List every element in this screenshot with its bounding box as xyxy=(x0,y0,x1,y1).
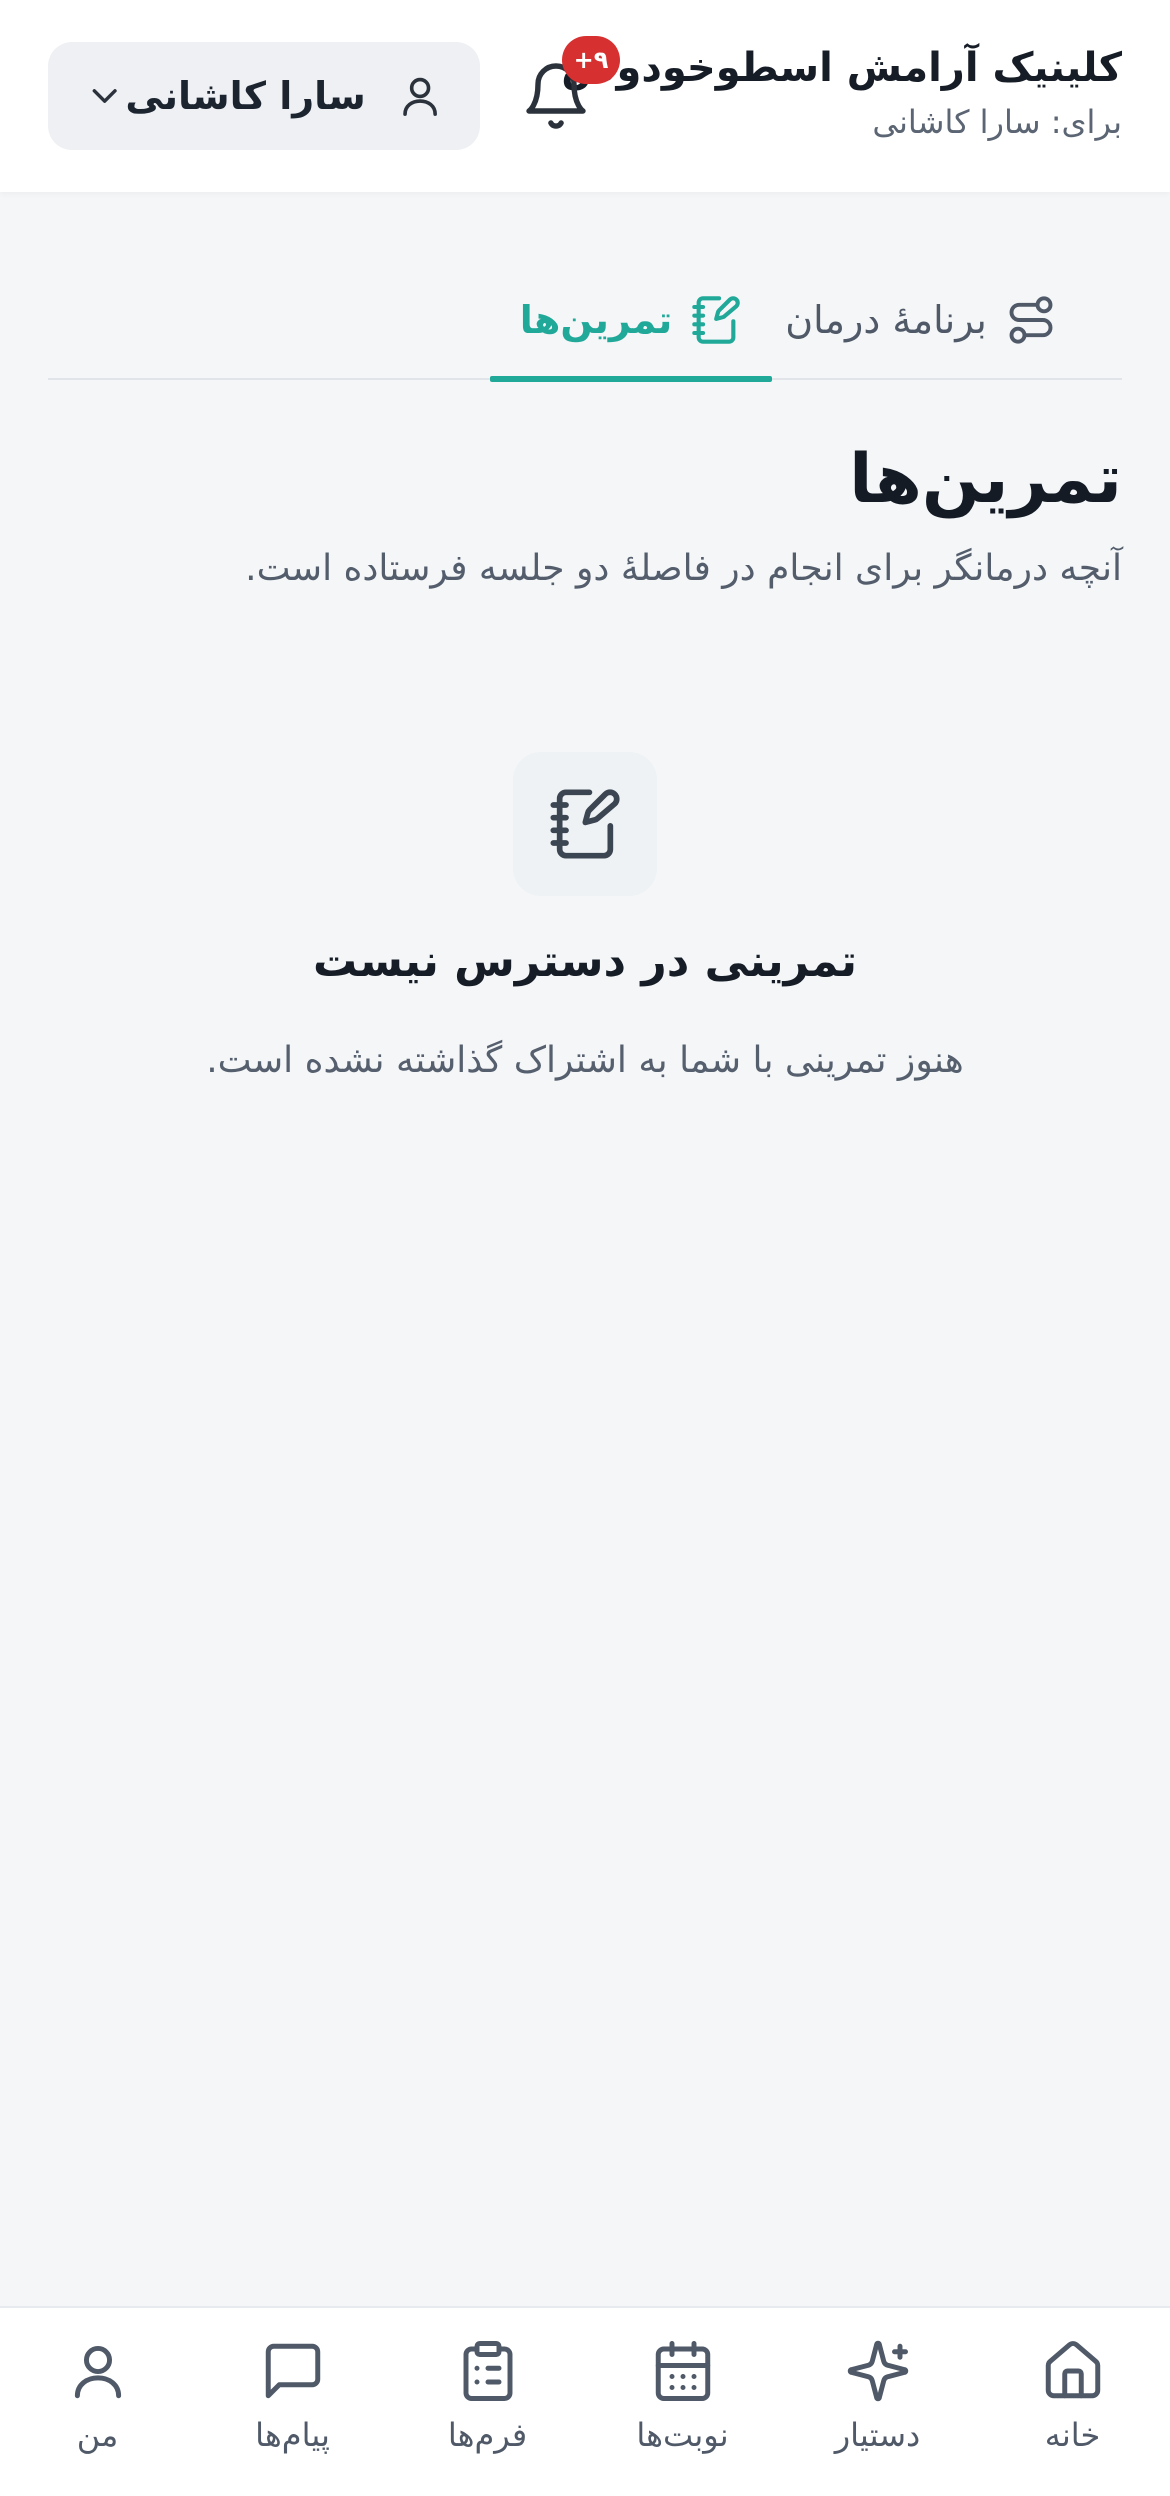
tab-treatment-plan[interactable]: برنامهٔ درمان xyxy=(756,260,1086,380)
active-tab-indicator xyxy=(490,376,772,382)
clinic-name: کلینیک آرامش اسطوخودوس xyxy=(561,45,1122,91)
notebook-pen-icon xyxy=(692,296,740,344)
message-icon xyxy=(265,2343,320,2399)
tab-label: برنامهٔ درمان xyxy=(785,298,987,342)
notification-count-badge: ۹+ xyxy=(562,36,620,84)
user-icon xyxy=(74,2345,121,2399)
profile-switcher[interactable]: سارا کاشانی xyxy=(48,42,480,150)
empty-state-description: هنوز تمرینی با شما به اشتراک گذاشته نشده… xyxy=(206,1040,964,1081)
home-icon xyxy=(1045,2341,1100,2399)
empty-state-icon-container xyxy=(513,752,657,896)
nav-item-me[interactable]: من xyxy=(0,2308,195,2496)
calendar-icon xyxy=(655,2341,710,2401)
tab-label: تمرین‌ها xyxy=(519,298,673,342)
notebook-pen-icon xyxy=(550,789,620,859)
app-header: کلینیک آرامش اسطوخودوس برای: سارا کاشانی… xyxy=(0,0,1170,192)
nav-item-messages[interactable]: پیام‌ها xyxy=(195,2308,390,2496)
page-subtitle: آنچه درمانگر برای انجام در فاصلهٔ دو جلس… xyxy=(245,548,1122,589)
tab-exercises[interactable]: تمرین‌ها xyxy=(490,260,772,382)
sparkles-icon xyxy=(847,2340,908,2402)
nav-item-appointments[interactable]: نوبت‌ها xyxy=(585,2308,780,2496)
nav-label: خانه xyxy=(1044,2416,1101,2454)
nav-label: نوبت‌ها xyxy=(636,2416,729,2454)
user-icon xyxy=(403,77,437,116)
chevron-down-icon xyxy=(92,89,117,103)
clipboard-icon xyxy=(463,2341,512,2401)
patient-for-label: برای: سارا کاشانی xyxy=(872,103,1122,141)
nav-label: دستیار xyxy=(834,2416,921,2454)
nav-label: فرم‌ها xyxy=(447,2416,528,2454)
clinic-info: کلینیک آرامش اسطوخودوس برای: سارا کاشانی xyxy=(561,36,1122,144)
nav-item-home[interactable]: خانه xyxy=(975,2308,1170,2496)
nav-label: پیام‌ها xyxy=(255,2416,330,2454)
nav-item-assistant[interactable]: دستیار xyxy=(780,2308,975,2496)
bottom-navigation: خانه دستیار نوبت‌ها فرم‌ها پیام‌ها xyxy=(0,2306,1170,2496)
page-title: تمرین‌ها xyxy=(849,440,1122,519)
nav-item-forms[interactable]: فرم‌ها xyxy=(390,2308,585,2496)
section-tabs: برنامهٔ درمان تمرین‌ها xyxy=(48,260,1122,382)
profile-name: سارا کاشانی xyxy=(125,74,366,118)
nav-label: من xyxy=(76,2416,119,2454)
route-icon xyxy=(1009,296,1053,344)
empty-state-title: تمرینی در دسترس نیست xyxy=(313,936,857,987)
